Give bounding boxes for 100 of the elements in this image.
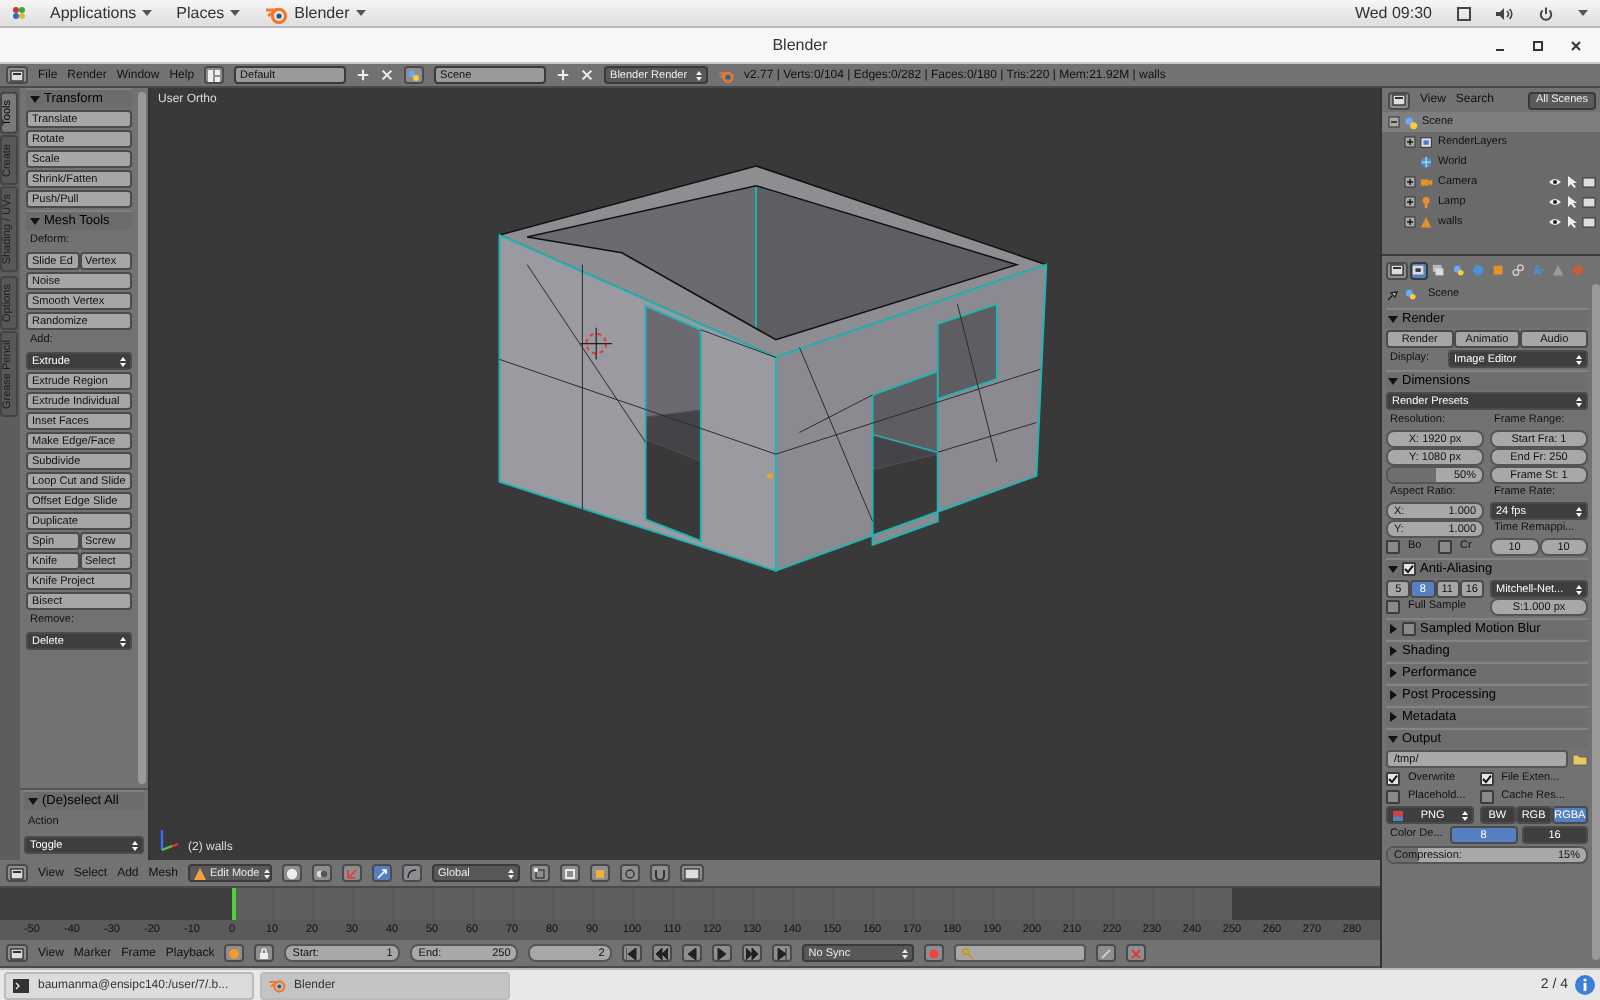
camera-icon [1420, 175, 1434, 189]
scrollbar[interactable] [138, 92, 146, 784]
snap-magnet-icon[interactable] [649, 864, 670, 882]
render-preview-icon[interactable] [679, 864, 704, 882]
expanded-triangle-icon[interactable] [1388, 564, 1398, 574]
add-icon[interactable] [356, 68, 371, 82]
caret-icon [230, 9, 241, 17]
manipulator-icon[interactable] [341, 864, 362, 882]
checkbox[interactable] [1402, 622, 1416, 636]
scrollbar[interactable] [1592, 284, 1600, 960]
window-title: Blender [772, 36, 828, 54]
mesh-mode-icon [193, 867, 206, 879]
expanded-triangle-icon[interactable] [30, 216, 40, 226]
move-arrow-icon[interactable] [371, 864, 392, 882]
timeline-editor-icon[interactable] [6, 944, 28, 962]
cube-icon [1492, 263, 1506, 277]
vertex-select-icon[interactable] [529, 864, 550, 882]
triangle-icon [1552, 263, 1566, 277]
axes-icon [158, 826, 182, 854]
info-icon[interactable] [1574, 974, 1596, 996]
folder-icon[interactable] [1572, 752, 1588, 766]
face-select-icon[interactable] [589, 864, 610, 882]
add-icon[interactable] [556, 68, 571, 82]
chain-icon [1512, 263, 1526, 277]
up-down-arrows-icon [1461, 809, 1468, 821]
keying-set-field[interactable] [954, 944, 1087, 962]
outliner-editor-icon[interactable] [1388, 91, 1410, 109]
collapsed-triangle-icon[interactable] [1388, 624, 1398, 634]
expanded-triangle-icon[interactable] [1388, 314, 1398, 324]
edge-select-icon[interactable] [559, 864, 580, 882]
shading-sphere-icon[interactable] [281, 864, 302, 882]
next-keyframe-icon[interactable] [742, 944, 763, 962]
collapsed-triangle-icon[interactable] [1388, 668, 1398, 678]
expanded-triangle-icon[interactable] [28, 796, 38, 806]
jump-end-icon[interactable] [772, 944, 793, 962]
collapsed-triangle-icon[interactable] [1388, 646, 1398, 656]
collapsed-triangle-icon[interactable] [1388, 712, 1398, 722]
up-down-arrows-icon [132, 839, 138, 851]
app-menu[interactable]: Blender [294, 4, 350, 22]
collapsed-triangle-icon[interactable] [1388, 690, 1398, 700]
scene-icon [1452, 263, 1466, 277]
rotate-arc-icon[interactable] [401, 864, 422, 882]
play-reverse-icon[interactable] [682, 944, 703, 962]
record-icon[interactable] [224, 944, 245, 962]
play-icon[interactable] [712, 944, 733, 962]
caret-icon [355, 9, 366, 17]
expand-icon[interactable] [1404, 136, 1416, 148]
layout-icon[interactable] [204, 66, 225, 84]
delete-key-icon[interactable] [1126, 944, 1147, 962]
checkbox[interactable] [1386, 600, 1400, 614]
checkbox[interactable] [1386, 772, 1400, 786]
context-tab[interactable] [1410, 261, 1428, 279]
layers-icon [1432, 263, 1446, 277]
checkbox[interactable] [1479, 772, 1494, 786]
properties-editor-icon[interactable] [1386, 261, 1408, 279]
checkbox[interactable] [1386, 540, 1400, 554]
mesh-object-icon [1420, 215, 1434, 229]
eye-icon[interactable] [1548, 216, 1562, 228]
terminal-icon [12, 977, 30, 993]
caret-icon [142, 9, 153, 17]
checkbox[interactable] [1386, 790, 1400, 804]
collapse-icon[interactable] [1388, 116, 1400, 128]
jump-start-icon[interactable] [622, 944, 643, 962]
up-down-arrows-icon [120, 355, 126, 367]
checkbox[interactable] [1438, 540, 1452, 554]
auto-key-record-icon[interactable] [924, 944, 945, 962]
up-down-arrows-icon [263, 867, 270, 879]
render-layers-icon [1420, 135, 1434, 149]
view-editor-icon[interactable] [6, 864, 28, 882]
up-down-arrows-icon [1576, 505, 1582, 517]
checkbox[interactable] [1402, 562, 1416, 576]
expanded-triangle-icon[interactable] [30, 94, 40, 104]
previous-keyframe-icon[interactable] [652, 944, 673, 962]
expanded-triangle-icon[interactable] [1388, 376, 1398, 386]
up-down-arrows-icon [1576, 353, 1582, 365]
expanded-triangle-icon[interactable] [1388, 734, 1398, 744]
eye-icon[interactable] [1548, 176, 1562, 188]
insert-key-icon[interactable] [1096, 944, 1117, 962]
pivot-icon[interactable] [311, 864, 332, 882]
lock-icon[interactable] [254, 944, 275, 962]
top-menu[interactable]: Places [176, 4, 225, 22]
pin-icon[interactable] [1386, 289, 1398, 301]
top-menu[interactable]: Applications [50, 4, 137, 22]
up-down-arrows-icon [1576, 395, 1582, 407]
info-editor-icon[interactable] [6, 66, 28, 84]
expand-icon[interactable] [1404, 176, 1416, 188]
maximize-icon[interactable] [1528, 36, 1546, 54]
eye-icon[interactable] [1548, 196, 1562, 208]
blender-logo-icon [268, 976, 286, 994]
globe-icon [1472, 263, 1486, 277]
clock[interactable]: Wed 09:30 [1354, 4, 1432, 22]
expand-icon[interactable] [1404, 196, 1416, 208]
up-down-arrows-icon [120, 635, 126, 647]
scene-icon[interactable] [404, 66, 425, 84]
close-icon[interactable] [1566, 36, 1584, 54]
checkbox[interactable] [1479, 790, 1494, 804]
proportional-icon[interactable] [619, 864, 640, 882]
blender-logo-icon [718, 67, 735, 83]
current-frame-marker[interactable] [232, 888, 236, 920]
expand-icon[interactable] [1404, 216, 1416, 228]
